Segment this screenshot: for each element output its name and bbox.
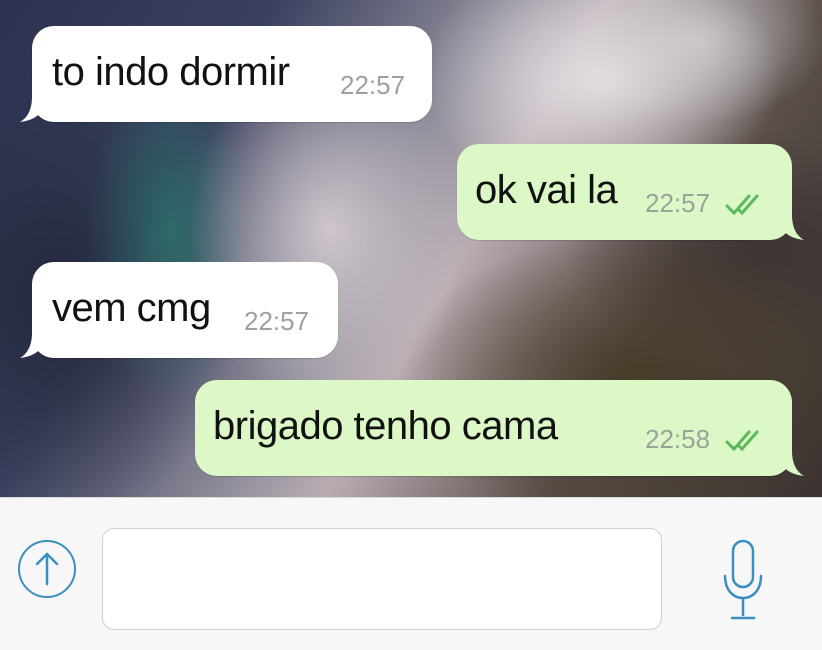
message-text: brigado tenho cama (213, 404, 558, 448)
attach-button[interactable] (18, 540, 76, 598)
message-time: 22:57 (645, 188, 711, 218)
message-text: ok vai la (475, 168, 618, 212)
message-bubble-outgoing[interactable]: ok vai la 22:57 (457, 144, 804, 240)
message-text: vem cmg (52, 286, 211, 330)
message-bubble-incoming[interactable]: to indo dormir 22:57 (20, 26, 432, 122)
message-bubble-outgoing[interactable]: brigado tenho cama 22:58 (195, 380, 804, 476)
up-arrow-icon (35, 552, 59, 586)
double-check-icon (725, 194, 759, 216)
double-check-icon (725, 430, 759, 452)
message-input[interactable] (102, 528, 662, 630)
microphone-icon[interactable] (720, 538, 766, 624)
message-time: 22:57 (340, 70, 406, 100)
bubble-tail (778, 214, 804, 240)
bubble-tail (20, 96, 46, 122)
message-bubble-incoming[interactable]: vem cmg 22:57 (20, 262, 338, 358)
message-time: 22:57 (244, 306, 310, 336)
message-time: 22:58 (645, 424, 711, 454)
bubble-tail (20, 332, 46, 358)
bubble-tail (778, 450, 804, 476)
message-text: to indo dormir (52, 50, 290, 94)
